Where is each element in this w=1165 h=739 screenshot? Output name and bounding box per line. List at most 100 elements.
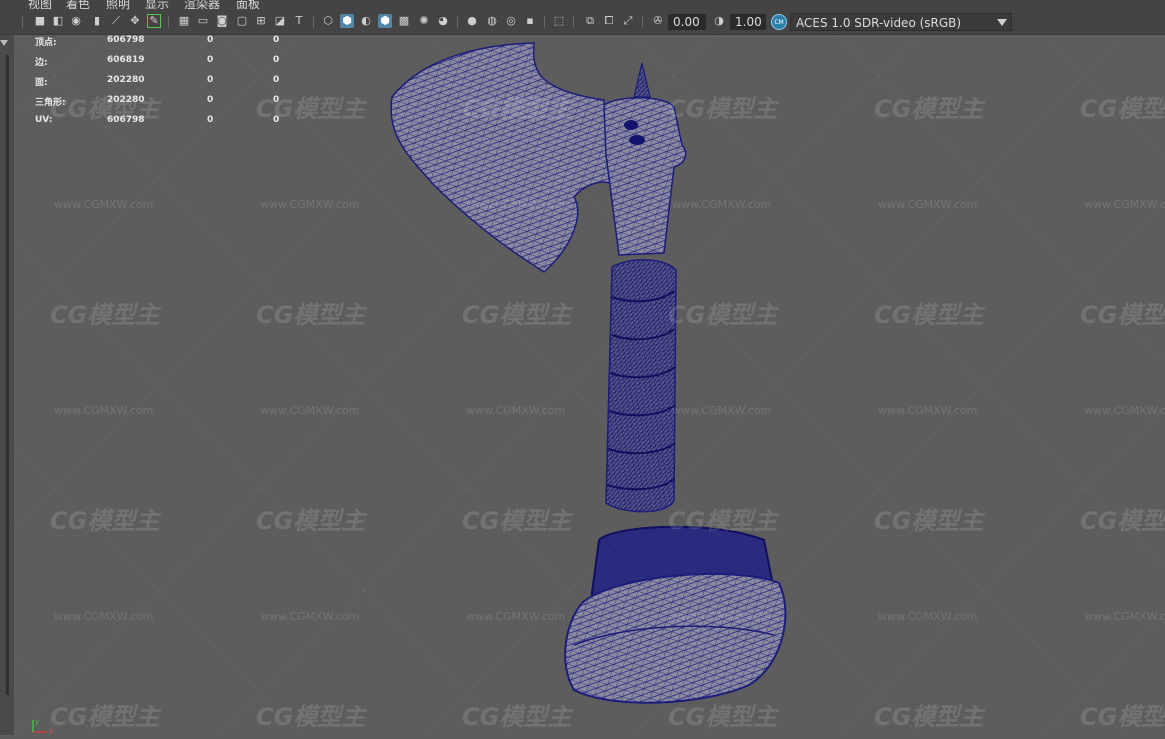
axe-wireframe-model [390, 42, 787, 704]
menu-view[interactable]: 视图 [28, 0, 52, 10]
watermark-logo: CG模型主 [462, 95, 573, 123]
xray-icon[interactable]: ▩ [397, 14, 411, 28]
watermark-url: www.CGMXW.com [878, 404, 977, 417]
hud-value: 0 [273, 115, 280, 125]
smooth-shade-cube-icon[interactable]: ⬢ [340, 14, 354, 28]
safe-action-icon[interactable]: ◪ [273, 14, 287, 28]
watermark-guide [0, 432, 303, 736]
watermark-logo: CG模型主 [1080, 301, 1165, 329]
shadow-icon[interactable]: ◕ [436, 14, 450, 28]
axe-rivet [629, 135, 645, 145]
color-management-icon[interactable]: CM [771, 14, 787, 30]
menu-shading[interactable]: 着色 [66, 0, 90, 10]
exposure-icon[interactable]: ✇ [651, 14, 665, 28]
watermark-logo: CG模型主 [50, 301, 161, 329]
motion-blur-icon[interactable]: ◍ [485, 14, 499, 28]
axis-y-label: y [35, 718, 39, 726]
watermark-logo: CG模型主 [668, 703, 779, 731]
chevron-down-icon [997, 19, 1007, 26]
film-gate-icon[interactable]: ▭ [196, 14, 210, 28]
anti-aliasing-icon[interactable]: ◎ [504, 14, 518, 28]
toolbar-separator [457, 16, 458, 28]
viewport-3d[interactable]: CG模型主 CG模型主 CG模型主 CG模型主 CG模型主 CG模型主 CG模型主 CG模型主… [0, 34, 1165, 736]
toolbar-separator [544, 16, 545, 28]
watermark-url: www.CGMXW.com [54, 404, 153, 417]
menu-lighting[interactable]: 照明 [106, 0, 130, 10]
axe-spike [633, 62, 651, 98]
watermark-url: www.CGMXW.com [672, 404, 771, 417]
hud-label: 边: [35, 58, 48, 68]
poly-count-hud: 顶点: 606798 0 0 边: 606819 0 0 面: 202280 0… [35, 35, 295, 135]
gate-mask-icon[interactable]: ▢ [235, 14, 249, 28]
hud-row-triangles: 三角形: 202280 0 0 [35, 95, 295, 115]
watermark-logo: CG模型主 [462, 301, 573, 329]
watermark-url: www.CGMXW.com [672, 198, 771, 211]
isolate-select-icon[interactable]: ⬚ [552, 14, 566, 28]
grid-icon[interactable]: ▦ [177, 14, 191, 28]
watermark-logo: CG模型主 [874, 301, 985, 329]
watermark-logo: CG模型主 [668, 507, 779, 535]
watermark-url: www.CGMXW.com [878, 610, 977, 623]
textured-cube-icon[interactable]: ⬢ [378, 14, 392, 28]
grease-pencil-icon[interactable]: ✎ [147, 14, 161, 28]
watermark-guide [1043, 613, 1165, 736]
menu-panels[interactable]: 面板 [236, 0, 260, 10]
panel-collapse-icon[interactable] [0, 40, 8, 46]
screen-space-ao-icon[interactable]: ● [465, 14, 479, 28]
hud-value: 202280 [107, 95, 145, 105]
left-tool-strip [0, 35, 14, 735]
hud-label: 顶点: [35, 38, 57, 48]
hud-value: 606798 [107, 35, 145, 45]
watermark-guide [837, 407, 1165, 736]
menu-renderer[interactable]: 渲染器 [184, 0, 220, 10]
hud-label: UV: [35, 115, 53, 125]
view-transform-value: ACES 1.0 SDR-video (sRGB) [796, 16, 962, 30]
xray-active-icon[interactable]: ⧠ [602, 14, 616, 28]
axe-pommel [564, 572, 787, 704]
watermark-url: www.CGMXW.com [1084, 404, 1165, 417]
resolution-gate-icon[interactable]: ◙ [215, 14, 229, 28]
menu-show[interactable]: 显示 [145, 0, 169, 10]
image-plane-icon[interactable]: ⟋ [109, 14, 123, 28]
backface-culling-icon[interactable]: ⤢ [621, 14, 635, 28]
watermark-logo: CG模型主 [1080, 507, 1165, 535]
hud-value: 606798 [107, 115, 145, 125]
watermark-logo: CG模型主 [1080, 95, 1165, 123]
watermark-url: www.CGMXW.com [1084, 198, 1165, 211]
xray-joints-icon[interactable]: ⧉ [583, 14, 597, 28]
hud-value: 606819 [107, 55, 145, 65]
camera-bookmark-icon[interactable]: ◉ [69, 14, 83, 28]
watermark-logo: CG模型主 [874, 95, 985, 123]
bookmark-icon[interactable]: ▮ [90, 14, 104, 28]
watermark-url: www.CGMXW.com [466, 610, 565, 623]
viewport-canvas: CG模型主 CG模型主 CG模型主 CG模型主 CG模型主 CG模型主 CG模型主 CG模型主… [0, 34, 1165, 736]
depth-of-field-icon[interactable]: ▪ [523, 14, 537, 28]
wireframe-on-shaded-icon[interactable]: ◐ [359, 14, 373, 28]
watermark-logo: CG模型主 [668, 95, 779, 123]
axis-x-label: x [49, 727, 53, 734]
2d-pan-zoom-icon[interactable]: ✥ [128, 14, 142, 28]
hud-value: 0 [273, 95, 280, 105]
scroll-track[interactable] [6, 55, 9, 695]
safe-title-icon[interactable]: T [292, 14, 306, 28]
wireframe-cube-icon[interactable]: ⬡ [321, 14, 335, 28]
hud-label: 三角形: [35, 98, 66, 108]
gamma-field[interactable]: 1.00 [730, 14, 766, 30]
watermark-logo: CG模型主 [874, 703, 985, 731]
light-icon[interactable]: ✺ [417, 14, 431, 28]
exposure-field[interactable]: 0.00 [668, 14, 706, 30]
toolbar-separator [642, 16, 643, 28]
watermark-guide [1043, 34, 1165, 157]
field-chart-icon[interactable]: ⊞ [254, 14, 268, 28]
watermark-guide [0, 34, 303, 338]
view-transform-dropdown[interactable]: ACES 1.0 SDR-video (sRGB) [790, 13, 1012, 31]
view-axis-indicator: x y [32, 718, 53, 734]
watermark-url: www.CGMXW.com [260, 198, 359, 211]
select-camera-icon[interactable]: ■ [33, 14, 47, 28]
camera-attributes-icon[interactable]: ◧ [51, 14, 65, 28]
gamma-icon[interactable]: ◑ [712, 14, 726, 28]
hud-value: 0 [273, 75, 280, 85]
toolbar-separator [573, 16, 574, 28]
axe-rivet [624, 120, 638, 130]
watermark-url: www.CGMXW.com [672, 610, 771, 623]
